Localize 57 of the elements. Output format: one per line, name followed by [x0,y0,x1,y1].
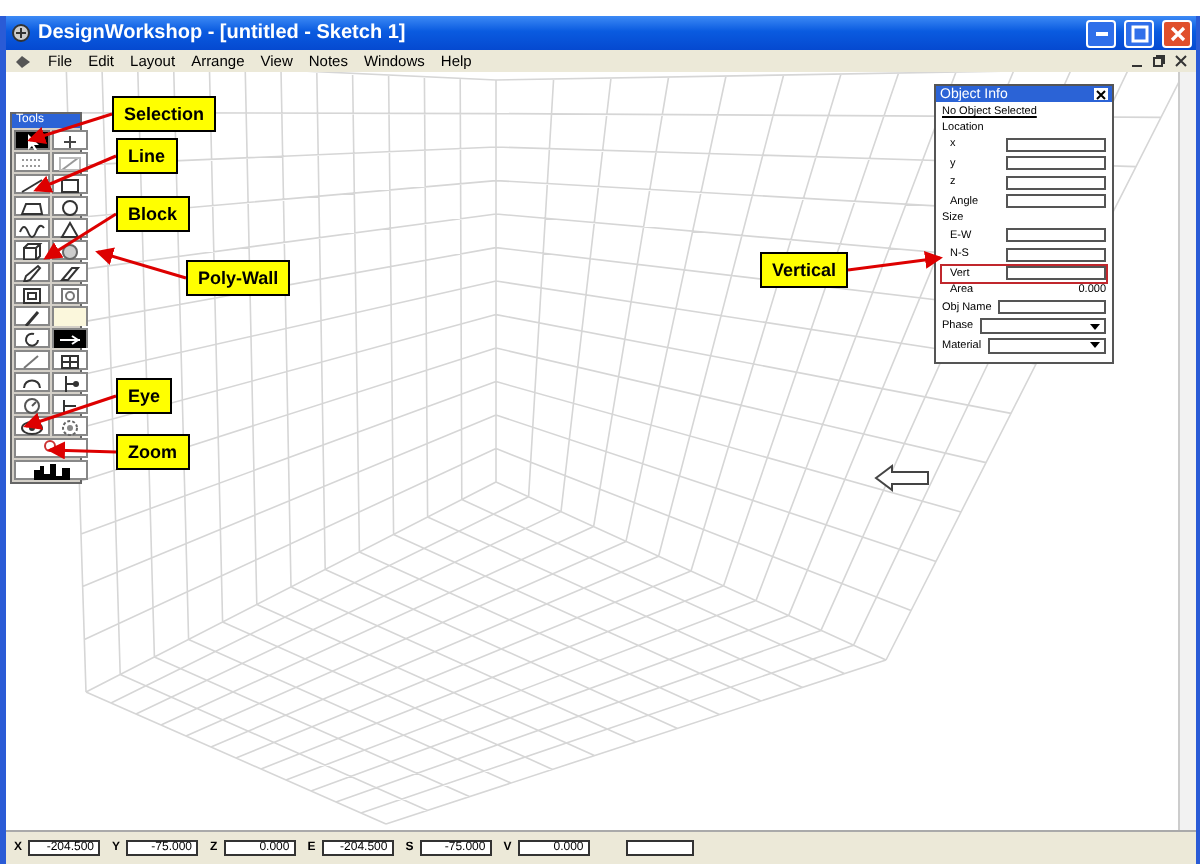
dropdown[interactable] [979,318,1106,334]
magnifier-icon [43,440,59,456]
scroll-bar[interactable] [1178,72,1196,830]
tool-button[interactable] [52,218,88,238]
app-icon [12,24,30,42]
input-field[interactable] [997,300,1106,314]
line-icon [16,175,48,193]
skyline-icon [33,461,69,479]
input-field[interactable] [625,840,694,856]
tool-button[interactable] [52,372,88,392]
eraser-icon [54,263,86,281]
pointer-arrow [47,441,117,460]
window-title: DesignWorkshop - [untitled - Sketch 1] [38,22,408,44]
caret-icon [1090,342,1100,348]
callout-label: Eye [116,378,173,414]
tool-button[interactable] [14,196,50,216]
input-field[interactable] [1006,228,1106,242]
input-field[interactable] [1006,175,1106,189]
tool-button[interactable] [14,262,50,282]
close-icon [1165,21,1189,45]
tool-button[interactable] [14,218,50,238]
minimize-icon [1095,31,1107,35]
callout-label: Poly-Wall [186,260,291,296]
pointer-arrow [847,251,943,272]
swatch-icon [54,307,86,325]
polygon-icon [16,197,48,215]
tool-button[interactable] [14,394,50,414]
input-field[interactable] [1006,194,1106,208]
tool-button[interactable] [14,460,88,480]
tool-button[interactable] [52,350,88,370]
maximize-button[interactable] [1124,19,1154,47]
wave-icon [16,219,48,237]
callout-label: Line [116,138,178,174]
pointer-arrow [33,154,117,193]
tool-button[interactable] [52,130,88,150]
pointer-icon [874,464,934,492]
minimize-button[interactable] [1086,19,1116,47]
tool-button[interactable] [14,240,50,260]
restore-icon[interactable] [1152,54,1166,68]
input-field[interactable] [1006,266,1106,280]
tool-button[interactable] [52,196,88,216]
tool-button[interactable] [14,328,50,348]
input-field[interactable] [1006,137,1106,151]
callout-label: Vertical [760,252,849,288]
close-icon[interactable] [1174,54,1188,68]
close-button[interactable] [1094,88,1108,100]
input-field[interactable] [1006,156,1106,170]
maximize-icon [1127,21,1151,45]
callout-label: Zoom [116,434,189,470]
callout-label: Selection [112,96,217,132]
diagonal-icon [54,153,86,171]
input-field[interactable] [1006,247,1106,261]
caret-icon [1090,323,1100,329]
tool-button[interactable] [52,262,88,282]
tool-button[interactable] [14,284,50,304]
callout-label: Block [116,196,190,232]
dropdown[interactable] [987,337,1106,353]
